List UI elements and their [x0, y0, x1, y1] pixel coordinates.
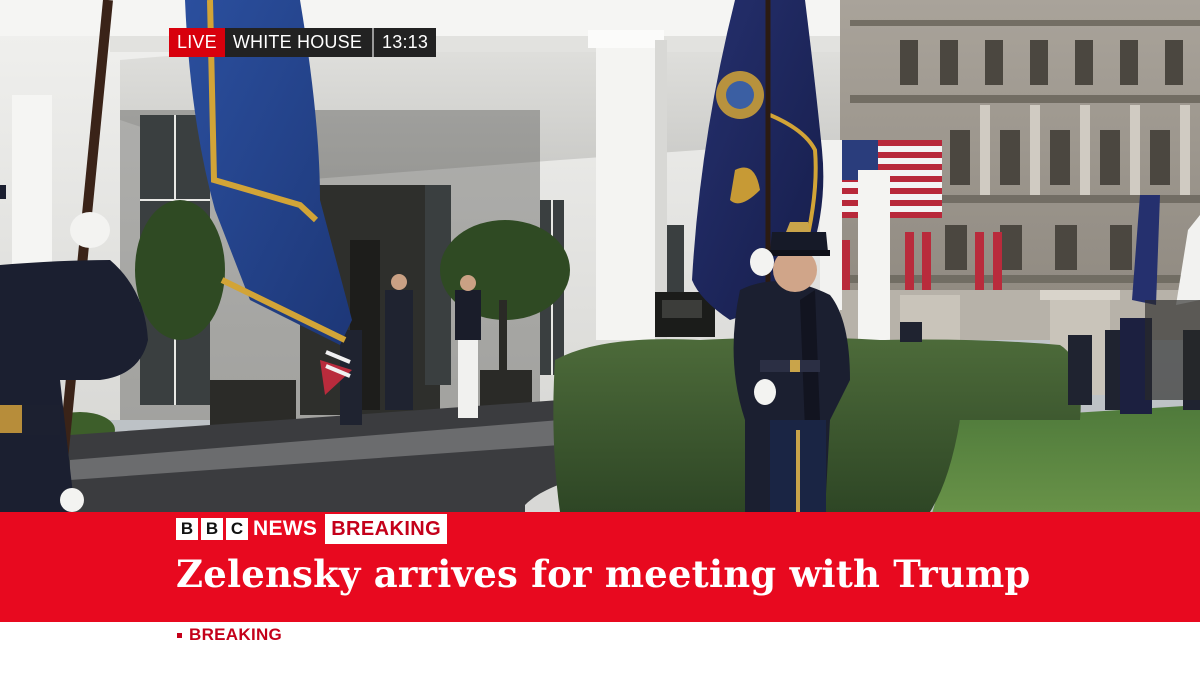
live-badge: LIVE	[169, 28, 225, 57]
news-ticker: BREAKING	[0, 622, 1200, 675]
bbc-news-brand: B B C NEWS BREAKING	[176, 514, 448, 544]
location-label: WHITE HOUSE	[224, 28, 373, 57]
breaking-tag: BREAKING	[325, 514, 448, 544]
live-location-bug: LIVE WHITE HOUSE 13:13	[169, 28, 437, 57]
headline: Zelensky arrives for meeting with Trump	[176, 552, 1031, 596]
ticker-label: BREAKING	[177, 625, 282, 645]
bbc-logo-block: B	[176, 518, 198, 540]
square-bullet-icon	[177, 632, 182, 638]
ticker-label-text: BREAKING	[189, 625, 283, 644]
news-wordmark: NEWS	[253, 517, 318, 540]
bbc-logo-block: B	[201, 518, 223, 540]
bbc-logo: B B C	[176, 518, 248, 540]
clock-time: 13:13	[374, 28, 437, 57]
bbc-logo-block: C	[226, 518, 248, 540]
breaking-news-banner: B B C NEWS BREAKING Zelensky arrives for…	[0, 512, 1200, 622]
